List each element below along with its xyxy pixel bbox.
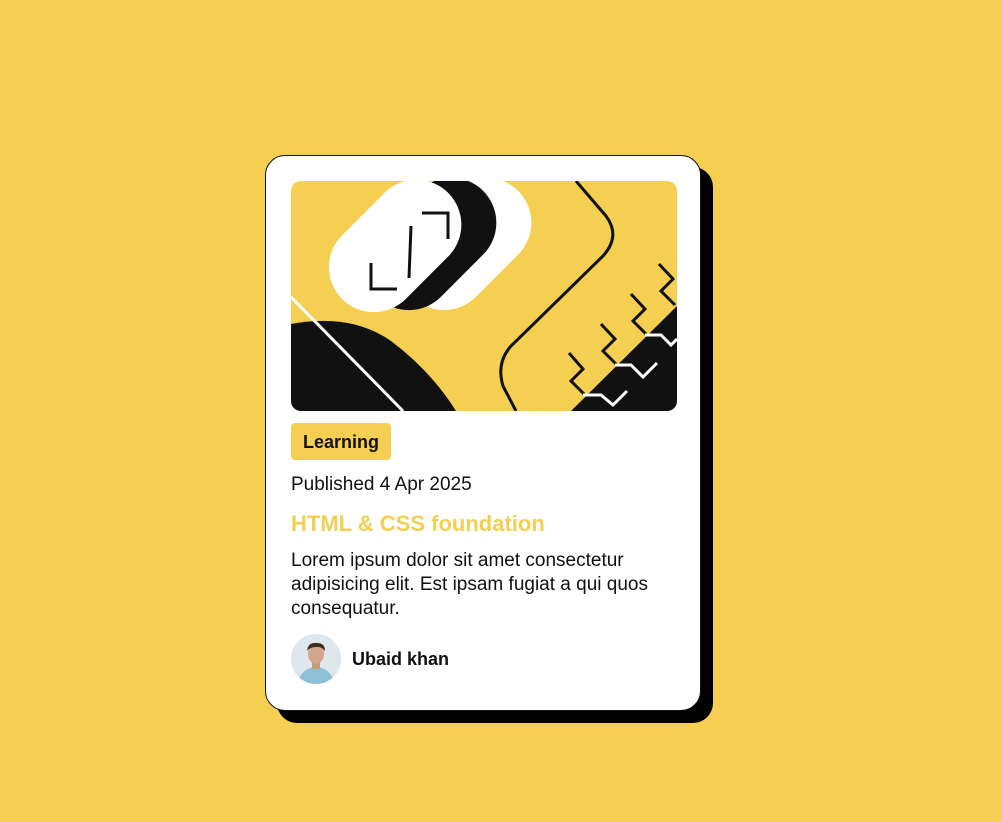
blog-preview-card: Learning Published 4 Apr 2025 HTML & CSS… xyxy=(265,155,701,711)
card-title[interactable]: HTML & CSS foundation xyxy=(291,511,675,537)
card-description: Lorem ipsum dolor sit amet consectetur a… xyxy=(291,550,648,619)
author-block: Ubaid khan xyxy=(291,634,675,684)
avatar xyxy=(291,634,341,684)
hero-illustration xyxy=(291,181,677,411)
published-date: Published 4 Apr 2025 xyxy=(291,474,472,495)
category-tag: Learning xyxy=(291,423,392,460)
author-name: Ubaid khan xyxy=(352,648,450,669)
